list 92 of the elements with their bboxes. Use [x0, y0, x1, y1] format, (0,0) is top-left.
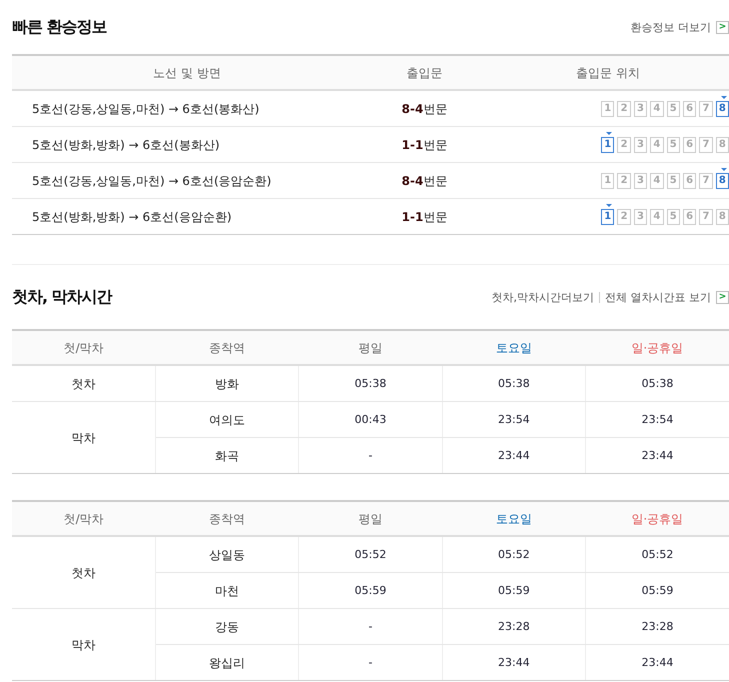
time-text: 05:52: [354, 548, 386, 561]
station-name: 강동: [215, 620, 240, 634]
door-number: 2: [617, 100, 631, 116]
time-text: 05:59: [354, 584, 386, 597]
pointer-icon: [720, 96, 727, 98]
column-header: 첫/막차: [12, 501, 156, 536]
column-header: 일·공휴일: [586, 330, 729, 365]
train-type: 막차: [71, 430, 96, 444]
time-text: 05:52: [642, 548, 674, 561]
column-header: 일·공휴일: [586, 501, 729, 536]
route-text: 5호선(방화,방화) → 6호선(봉화산): [32, 138, 220, 152]
station-name: 여의도: [209, 412, 246, 426]
route-text: 5호선(강동,상일동,마천) → 6호선(봉화산): [32, 102, 260, 116]
time-text: 05:59: [642, 584, 674, 597]
time-text: 05:52: [498, 548, 530, 561]
time-text: 05:38: [354, 377, 386, 390]
train-type: 첫차: [71, 376, 96, 390]
door-number: 6: [682, 136, 696, 152]
column-header: 출입문 위치: [487, 55, 729, 90]
column-header: 평일: [298, 330, 442, 365]
column-header: 노선 및 방면: [12, 55, 362, 90]
door-number: 4: [650, 136, 664, 152]
column-header: 토요일: [442, 501, 586, 536]
door-number: 6: [682, 100, 696, 116]
door-number: 3: [634, 136, 648, 152]
time-text: 23:54: [642, 413, 674, 426]
time-text: -: [368, 449, 372, 462]
door-number: 3: [634, 172, 648, 188]
station-name: 화곡: [215, 448, 240, 462]
column-header: 출입문: [362, 55, 487, 90]
gate-text: 1-1번문: [402, 210, 448, 224]
door-number: 2: [617, 172, 631, 188]
time-text: 23:54: [498, 413, 530, 426]
door-number: 5: [666, 172, 680, 188]
gate-text: 1-1번문: [402, 138, 448, 152]
time-text: 23:28: [642, 620, 674, 633]
door-number: 8: [716, 136, 729, 152]
section-title: 빠른 환승정보: [12, 16, 107, 38]
time-text: 23:44: [498, 656, 530, 669]
more-link[interactable]: 전체 열차시간표 보기: [605, 290, 711, 304]
door-number: 7: [699, 208, 713, 224]
station-name: 왕십리: [209, 656, 246, 670]
station-name: 상일동: [209, 548, 246, 562]
gate-text: 8-4번문: [402, 174, 448, 188]
door-number: 1: [601, 172, 614, 188]
door-number: 2: [617, 208, 631, 224]
chevron-icon[interactable]: >: [716, 290, 729, 304]
time-text: 05:38: [498, 377, 530, 390]
time-text: 00:43: [354, 413, 386, 426]
door-number: 3: [634, 100, 648, 116]
door-number: 6: [682, 208, 696, 224]
time-text: 23:28: [498, 620, 530, 633]
door-number: 1: [601, 100, 614, 116]
door-number: 5: [666, 208, 680, 224]
station-name: 마천: [215, 584, 240, 598]
door-number: 3: [634, 208, 648, 224]
route-text: 5호선(방화,방화) → 6호선(응암순환): [32, 210, 232, 224]
pointer-icon: [606, 132, 612, 134]
column-header: 종착역: [155, 501, 299, 536]
train-type: 막차: [71, 638, 96, 652]
column-header: 토요일: [442, 330, 586, 365]
time-text: -: [368, 656, 372, 669]
door-number: 4: [650, 100, 664, 116]
route-text: 5호선(강동,상일동,마천) → 6호선(응암순환): [32, 174, 272, 188]
door-number: 7: [699, 136, 713, 152]
section-title: 첫차, 막차시간: [12, 286, 112, 308]
time-text: 23:44: [642, 449, 674, 462]
door-number: 7: [699, 100, 713, 116]
time-text: 23:44: [498, 449, 530, 462]
train-type: 첫차: [71, 566, 96, 580]
time-text: -: [368, 620, 372, 633]
door-number: 5: [666, 100, 680, 116]
pointer-icon: [720, 168, 727, 170]
more-link[interactable]: 환승정보 더보기: [630, 20, 711, 34]
more-link[interactable]: 첫차,막차시간더보기: [492, 290, 594, 304]
door-number: 4: [650, 172, 664, 188]
station-name: 방화: [215, 376, 240, 390]
pointer-icon: [606, 204, 612, 206]
column-header: 종착역: [155, 330, 299, 365]
door-number: 7: [699, 172, 713, 188]
chevron-icon[interactable]: >: [716, 20, 729, 34]
gate-text: 8-4번문: [402, 102, 448, 116]
door-number: 5: [666, 136, 680, 152]
column-header: 평일: [298, 501, 442, 536]
time-text: 05:38: [642, 377, 674, 390]
door-number: 8: [716, 208, 729, 224]
door-number: 6: [682, 172, 696, 188]
time-text: 05:59: [498, 584, 530, 597]
time-text: 23:44: [642, 656, 674, 669]
column-header: 첫/막차: [12, 330, 156, 365]
door-number: 2: [617, 136, 631, 152]
door-number: 4: [650, 208, 664, 224]
